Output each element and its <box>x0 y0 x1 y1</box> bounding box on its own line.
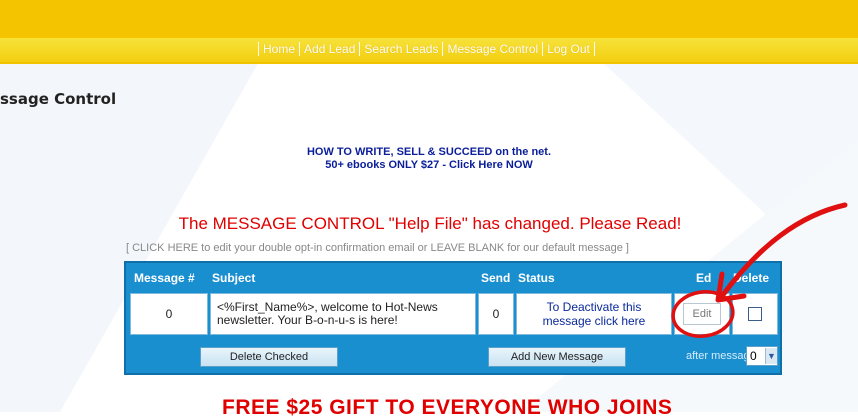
header-send: Send <box>481 271 511 285</box>
help-file-notice[interactable]: The MESSAGE CONTROL "Help File" has chan… <box>160 214 700 234</box>
row-edit-cell: Edit <box>674 293 730 335</box>
optin-edit-link[interactable]: [ CLICK HERE to edit your double opt-in … <box>126 242 766 254</box>
header-edit: Ed <box>696 271 712 285</box>
message-table: Message # Subject Send Status Ed Delete … <box>124 261 782 375</box>
row-send: 0 <box>478 293 514 335</box>
row-message-num: 0 <box>130 293 208 335</box>
chevron-down-icon: ▼ <box>764 348 777 364</box>
nav-search-leads[interactable]: Search Leads <box>359 42 442 56</box>
promo-line-1[interactable]: HOW TO WRITE, SELL & SUCCEED on the net. <box>250 146 608 159</box>
after-message-value: 0 <box>750 349 757 363</box>
header-message-num: Message # <box>134 271 195 285</box>
nav-home[interactable]: Home <box>258 42 299 56</box>
row-status-link[interactable]: To Deactivate this message click here <box>516 293 672 335</box>
header-delete: Delete <box>733 271 770 285</box>
footer-headline: FREE $25 GIFT TO EVERYONE WHO JOINS <box>222 396 673 419</box>
header-status: Status <box>518 271 555 285</box>
page-title: ssage Control <box>0 90 117 108</box>
promo-banner: HOW TO WRITE, SELL & SUCCEED on the net.… <box>250 146 608 172</box>
nav-log-out[interactable]: Log Out <box>542 42 595 56</box>
delete-checkbox[interactable] <box>748 307 762 321</box>
after-message-select[interactable]: 0 ▼ <box>746 346 778 366</box>
edit-button[interactable]: Edit <box>683 303 721 325</box>
main-nav: Home Add Lead Search Leads Message Contr… <box>258 41 595 57</box>
add-new-message-button[interactable]: Add New Message <box>488 347 626 367</box>
promo-line-2[interactable]: 50+ ebooks ONLY $27 - Click Here NOW <box>250 159 608 172</box>
top-banner <box>0 0 858 38</box>
row-subject: <%First_Name%>, welcome to Hot-News news… <box>210 293 476 335</box>
nav-message-control[interactable]: Message Control <box>442 42 542 56</box>
nav-add-lead[interactable]: Add Lead <box>299 42 359 56</box>
header-subject: Subject <box>212 271 256 285</box>
delete-checked-button[interactable]: Delete Checked <box>200 347 338 367</box>
row-delete-cell <box>732 293 778 335</box>
